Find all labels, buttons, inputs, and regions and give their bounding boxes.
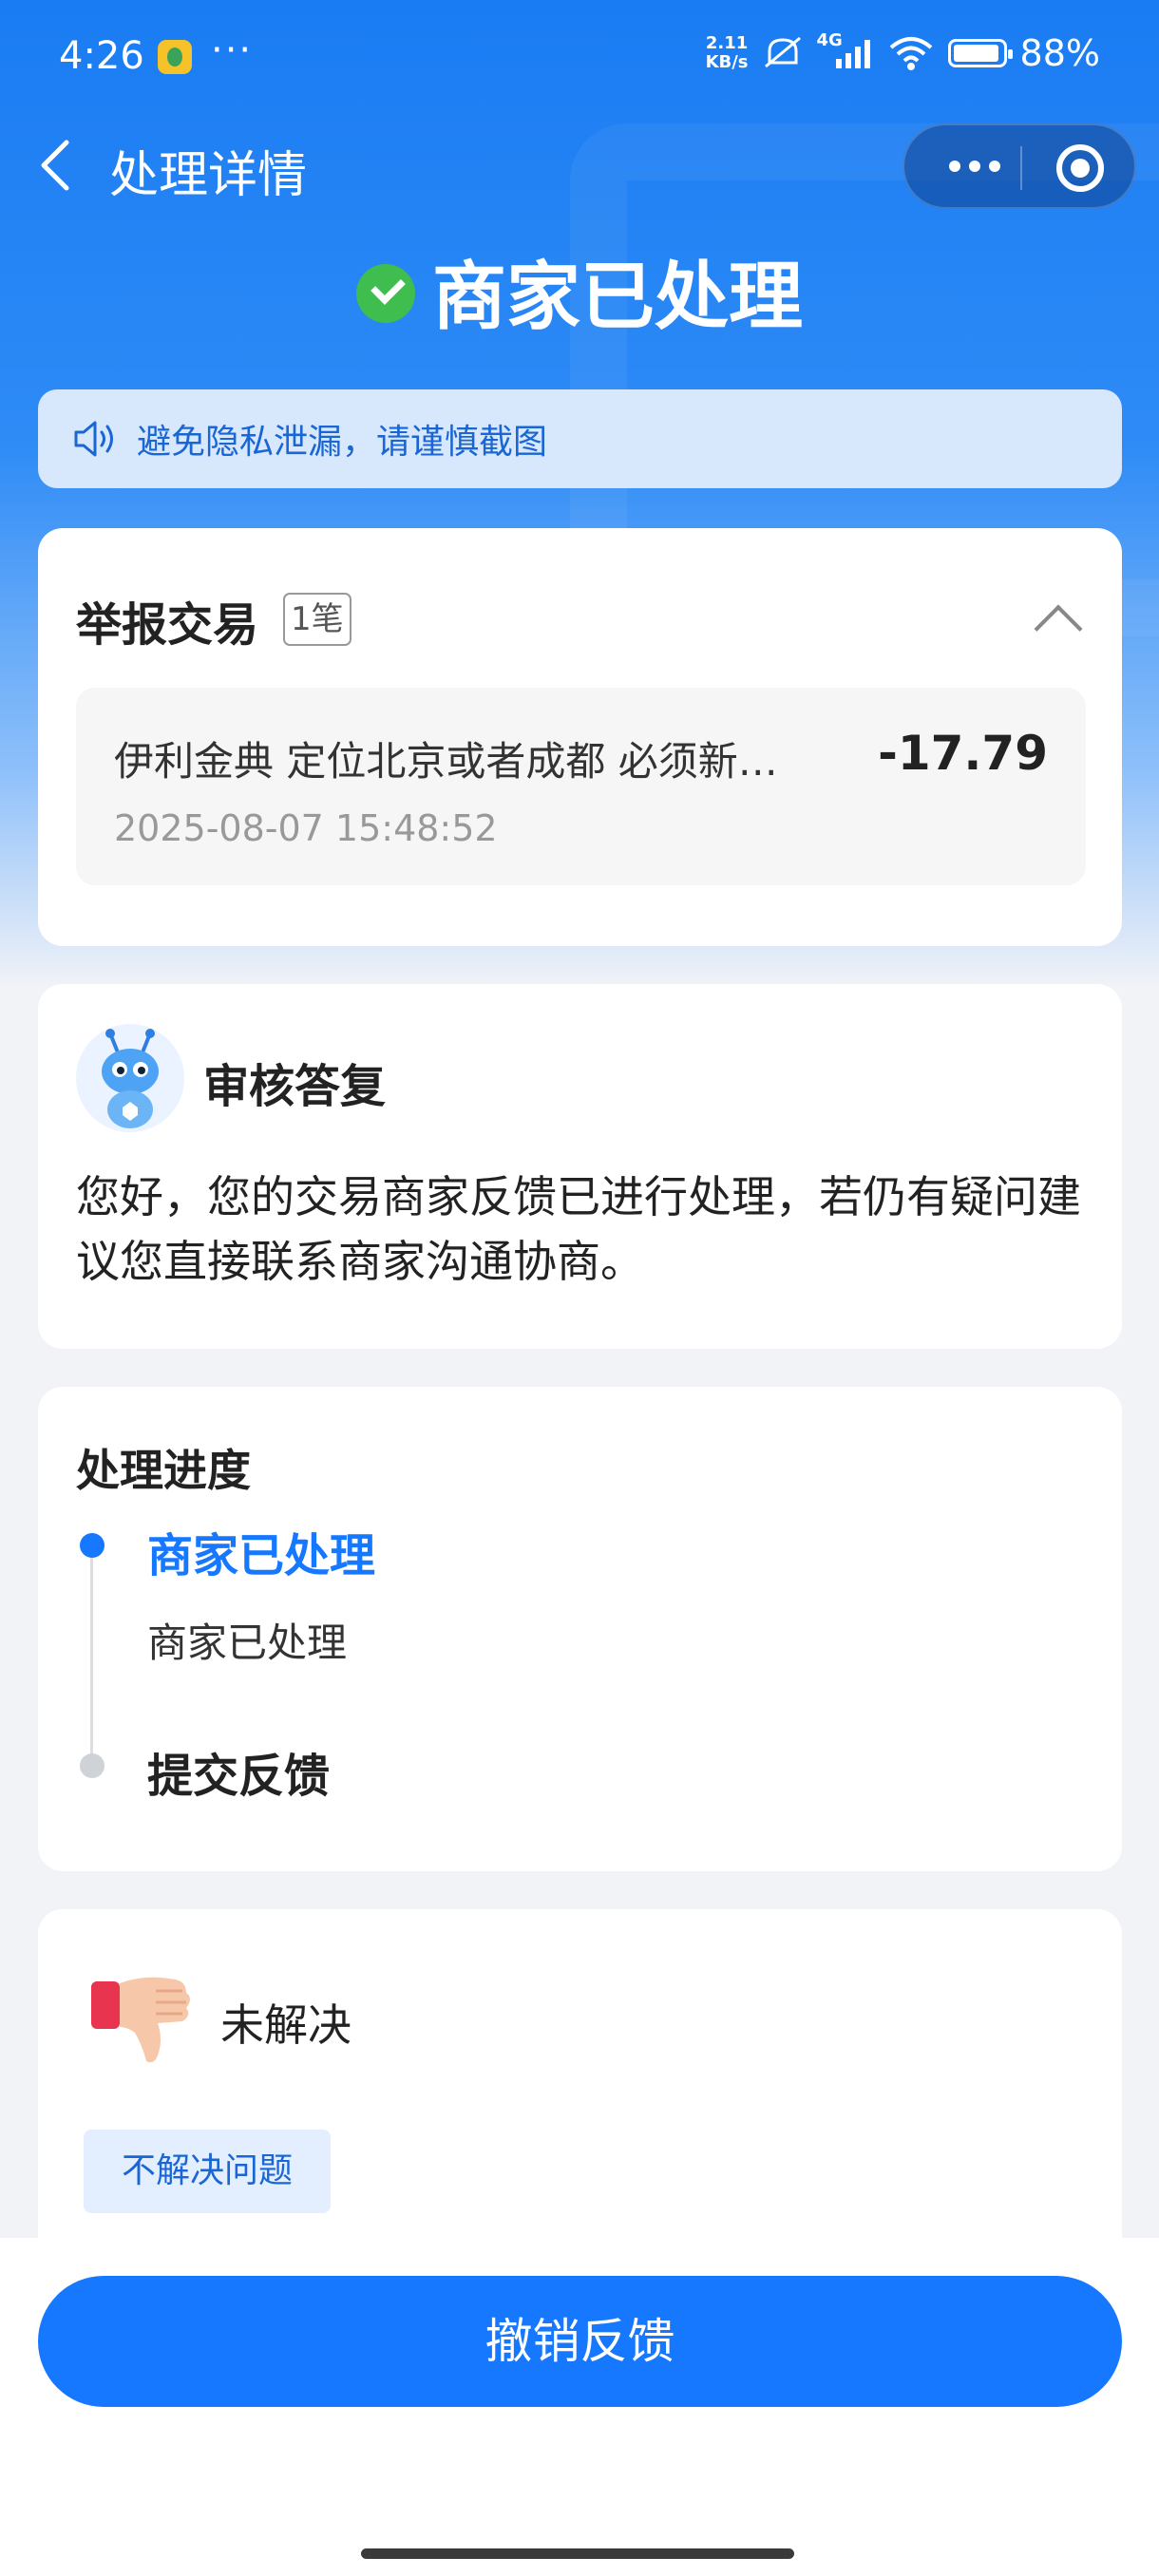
transaction-name: 伊利金典 定位北京或者成都 必须新… <box>114 738 778 785</box>
report-title: 举报交易 <box>76 598 259 652</box>
status-bar: 4:26 ··· 2.11 KB/s 4G 88% <box>0 0 1159 114</box>
close-miniapp-button[interactable] <box>1056 144 1104 192</box>
timeline-step-label: 提交反馈 <box>147 1750 331 1803</box>
transaction-amount: -17.79 <box>878 726 1048 781</box>
status-time: 4:26 <box>59 34 144 78</box>
check-circle-icon <box>355 264 415 323</box>
transaction-time: 2025-08-07 15:48:52 <box>114 807 498 849</box>
progress-card: 处理进度 商家已处理 商家已处理 提交反馈 <box>38 1387 1122 1871</box>
battery-percent: 88% <box>1019 32 1100 74</box>
timeline-dot-active <box>80 1533 104 1558</box>
review-title: 审核答复 <box>203 1060 387 1113</box>
review-body: 您好，您的交易商家反馈已进行处理，若仍有疑问建议您直接联系商家沟通协商。 <box>76 1171 1081 1287</box>
back-icon[interactable] <box>36 137 74 194</box>
page-title: 处理详情 <box>109 147 308 204</box>
more-dot <box>949 161 960 172</box>
chevron-up-icon[interactable] <box>1034 604 1083 653</box>
network-speed: 2.11 KB/s <box>705 33 749 72</box>
more-notifications-icon: ··· <box>211 28 254 72</box>
assistant-avatar <box>76 1024 184 1132</box>
more-dot <box>989 161 1000 172</box>
transaction-item[interactable]: 伊利金典 定位北京或者成都 必须新… -17.79 2025-08-07 15:… <box>76 688 1086 885</box>
status-heading: 商家已处理 <box>0 237 1159 344</box>
feedback-tag: 不解决问题 <box>84 2130 331 2213</box>
feedback-card: 未解决 不解决问题 <box>38 1909 1122 2289</box>
home-indicator[interactable] <box>361 2548 794 2559</box>
notice-text: 避免隐私泄漏，请谨慎截图 <box>137 423 548 462</box>
app-notification-icon <box>158 40 192 74</box>
privacy-notice: 避免隐私泄漏，请谨慎截图 <box>38 389 1122 488</box>
timeline-line <box>90 1548 93 1767</box>
battery-icon <box>947 39 1013 67</box>
bottom-action-bar: 撤销反馈 <box>0 2238 1159 2576</box>
miniapp-capsule <box>902 123 1136 209</box>
speaker-icon <box>74 421 113 457</box>
status-indicators: 2.11 KB/s 4G 88% <box>705 30 1100 74</box>
report-count-badge: 1笔 <box>283 593 352 646</box>
cellular-signal-icon: 4G <box>817 30 874 72</box>
thumbs-down-icon <box>91 1977 190 2063</box>
more-button[interactable] <box>937 125 1013 207</box>
feedback-status: 未解决 <box>220 1999 352 2051</box>
report-card: 举报交易 1笔 伊利金典 定位北京或者成都 必须新… -17.79 2025-0… <box>38 528 1122 946</box>
status-title: 商家已处理 <box>431 255 803 340</box>
review-card: 审核答复 您好，您的交易商家反馈已进行处理，若仍有疑问建议您直接联系商家沟通协商… <box>38 984 1122 1349</box>
wifi-icon <box>889 37 932 70</box>
timeline-step-desc: 商家已处理 <box>147 1619 348 1666</box>
timeline-dot-inactive <box>80 1753 104 1778</box>
capsule-divider <box>1020 146 1022 190</box>
timeline-step-label: 商家已处理 <box>147 1529 376 1582</box>
mute-icon <box>764 36 801 68</box>
cancel-feedback-button[interactable]: 撤销反馈 <box>38 2276 1122 2407</box>
progress-title: 处理进度 <box>76 1445 251 1496</box>
more-dot <box>969 161 980 172</box>
ant-robot-icon <box>102 1029 159 1128</box>
